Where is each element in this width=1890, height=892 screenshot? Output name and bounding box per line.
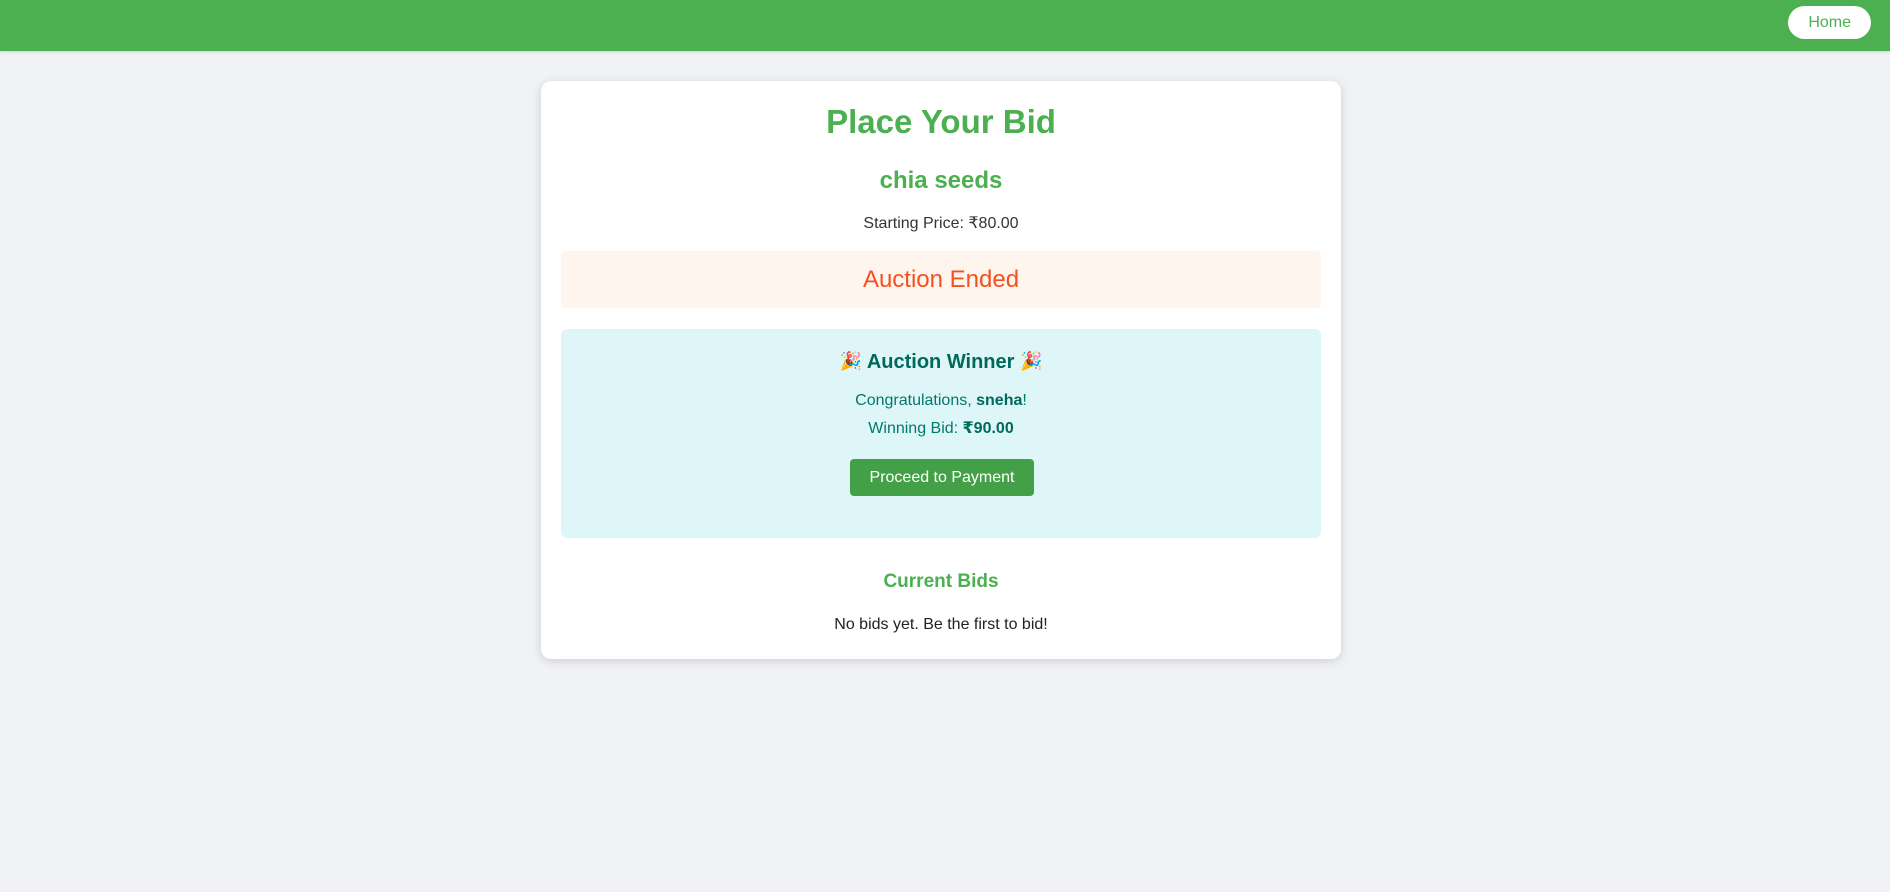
winner-title: 🎉 Auction Winner 🎉 bbox=[561, 351, 1321, 374]
auction-status-text: Auction Ended bbox=[862, 266, 1020, 293]
starting-price-label: Starting Price: bbox=[863, 215, 969, 232]
bid-card: Place Your Bid chia seeds Starting Price… bbox=[541, 81, 1341, 659]
starting-price: Starting Price: ₹80.00 bbox=[541, 213, 1341, 233]
top-navbar: Home bbox=[0, 0, 1890, 51]
auction-status-banner: Auction Ended bbox=[561, 251, 1321, 308]
congrats-suffix: ! bbox=[1022, 392, 1027, 409]
product-name: chia seeds bbox=[879, 167, 1003, 194]
starting-price-value: ₹80.00 bbox=[968, 215, 1019, 232]
home-button[interactable]: Home bbox=[1788, 6, 1871, 39]
winning-bid: Winning Bid: ₹90.00 bbox=[561, 418, 1321, 438]
party-popper-icon: 🎉 bbox=[839, 351, 862, 371]
page-title: Place Your Bid bbox=[826, 103, 1056, 140]
congrats-prefix: Congratulations, bbox=[855, 392, 977, 409]
congratulations-text: Congratulations, sneha! bbox=[561, 392, 1321, 410]
winner-panel: 🎉 Auction Winner 🎉 Congratulations, sneh… bbox=[561, 329, 1321, 538]
winning-bid-value: ₹90.00 bbox=[962, 420, 1014, 437]
proceed-to-payment-button[interactable]: Proceed to Payment bbox=[850, 459, 1034, 496]
no-bids-message: No bids yet. Be the first to bid! bbox=[834, 616, 1048, 633]
winning-bid-label: Winning Bid: bbox=[868, 420, 963, 437]
current-bids-title: Current Bids bbox=[883, 571, 999, 592]
party-popper-icon: 🎉 bbox=[1019, 351, 1043, 371]
winner-name: sneha bbox=[976, 392, 1023, 409]
winner-title-text: Auction Winner bbox=[866, 351, 1015, 373]
